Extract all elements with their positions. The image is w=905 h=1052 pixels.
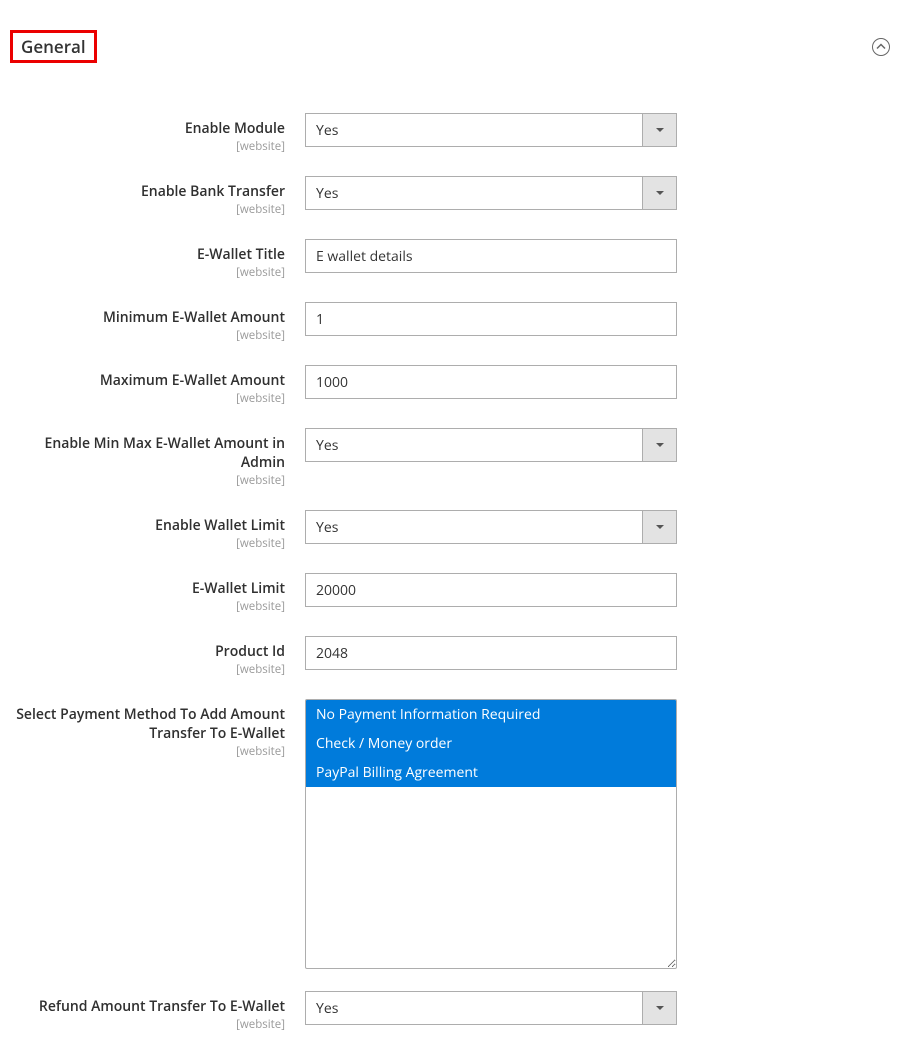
field-scope: [website] <box>10 328 285 343</box>
section-header: General <box>10 30 895 63</box>
field-enable-wallet-limit: Enable Wallet Limit [website] Yes <box>10 510 895 551</box>
field-scope: [website] <box>10 744 285 759</box>
field-scope: [website] <box>10 662 285 677</box>
select-refund-transfer[interactable]: Yes <box>305 991 677 1025</box>
field-ewallet-limit: E-Wallet Limit [website] <box>10 573 895 614</box>
field-label: E-Wallet Title <box>10 245 285 264</box>
field-label: Enable Wallet Limit <box>10 516 285 535</box>
input-product-id[interactable] <box>305 636 677 670</box>
input-ewallet-title[interactable] <box>305 239 677 273</box>
field-label-col: Enable Module [website] <box>10 113 305 154</box>
field-label: Maximum E-Wallet Amount <box>10 371 285 390</box>
field-control <box>305 636 677 670</box>
field-refund-transfer: Refund Amount Transfer To E-Wallet [webs… <box>10 991 895 1032</box>
field-label-col: Refund Amount Transfer To E-Wallet [webs… <box>10 991 305 1032</box>
field-control <box>305 365 677 399</box>
input-min-amount[interactable] <box>305 302 677 336</box>
select-enable-module[interactable]: Yes <box>305 113 677 147</box>
field-control: No Payment Information Required Check / … <box>305 699 677 969</box>
field-label: Product Id <box>10 642 285 661</box>
field-control: Yes <box>305 176 677 210</box>
chevron-down-icon <box>643 176 677 210</box>
field-label-col: Enable Wallet Limit [website] <box>10 510 305 551</box>
field-label-col: Maximum E-Wallet Amount [website] <box>10 365 305 406</box>
field-control <box>305 573 677 607</box>
field-payment-method: Select Payment Method To Add Amount Tran… <box>10 699 895 969</box>
field-label: Refund Amount Transfer To E-Wallet <box>10 997 285 1016</box>
select-value: Yes <box>305 176 643 210</box>
select-enable-wallet-limit[interactable]: Yes <box>305 510 677 544</box>
field-label: Minimum E-Wallet Amount <box>10 308 285 327</box>
input-ewallet-limit[interactable] <box>305 573 677 607</box>
field-label: E-Wallet Limit <box>10 579 285 598</box>
collapse-icon[interactable] <box>872 38 890 56</box>
field-label-col: Select Payment Method To Add Amount Tran… <box>10 699 305 759</box>
field-control <box>305 302 677 336</box>
field-enable-minmax-admin: Enable Min Max E-Wallet Amount in Admin … <box>10 428 895 488</box>
field-label-col: Enable Bank Transfer [website] <box>10 176 305 217</box>
field-control: Yes <box>305 510 677 544</box>
field-control <box>305 239 677 273</box>
field-label-col: Enable Min Max E-Wallet Amount in Admin … <box>10 428 305 488</box>
chevron-down-icon <box>643 428 677 462</box>
field-scope: [website] <box>10 139 285 154</box>
field-label-col: Minimum E-Wallet Amount [website] <box>10 302 305 343</box>
field-enable-bank-transfer: Enable Bank Transfer [website] Yes <box>10 176 895 217</box>
select-value: Yes <box>305 991 643 1025</box>
select-value: Yes <box>305 510 643 544</box>
select-value: Yes <box>305 113 643 147</box>
field-label: Select Payment Method To Add Amount Tran… <box>10 705 285 743</box>
payment-option[interactable]: No Payment Information Required <box>306 700 676 729</box>
field-ewallet-title: E-Wallet Title [website] <box>10 239 895 280</box>
field-control: Yes <box>305 991 677 1025</box>
field-label: Enable Min Max E-Wallet Amount in Admin <box>10 434 285 472</box>
field-label-col: Product Id [website] <box>10 636 305 677</box>
field-product-id: Product Id [website] <box>10 636 895 677</box>
field-scope: [website] <box>10 1017 285 1032</box>
field-label: Enable Module <box>10 119 285 138</box>
field-min-amount: Minimum E-Wallet Amount [website] <box>10 302 895 343</box>
field-scope: [website] <box>10 391 285 406</box>
select-value: Yes <box>305 428 643 462</box>
field-scope: [website] <box>10 265 285 280</box>
field-scope: [website] <box>10 599 285 614</box>
payment-option[interactable]: PayPal Billing Agreement <box>306 758 676 787</box>
chevron-down-icon <box>643 510 677 544</box>
field-scope: [website] <box>10 473 285 488</box>
chevron-down-icon <box>643 113 677 147</box>
field-max-amount: Maximum E-Wallet Amount [website] <box>10 365 895 406</box>
chevron-down-icon <box>643 991 677 1025</box>
select-enable-minmax-admin[interactable]: Yes <box>305 428 677 462</box>
field-label: Enable Bank Transfer <box>10 182 285 201</box>
input-max-amount[interactable] <box>305 365 677 399</box>
payment-option[interactable]: Check / Money order <box>306 729 676 758</box>
select-enable-bank-transfer[interactable]: Yes <box>305 176 677 210</box>
field-label-col: E-Wallet Limit [website] <box>10 573 305 614</box>
field-label-col: E-Wallet Title [website] <box>10 239 305 280</box>
field-control: Yes <box>305 428 677 462</box>
section-title: General <box>10 30 97 63</box>
field-scope: [website] <box>10 202 285 217</box>
field-scope: [website] <box>10 536 285 551</box>
multiselect-payment-method[interactable]: No Payment Information Required Check / … <box>305 699 677 969</box>
field-enable-module: Enable Module [website] Yes <box>10 113 895 154</box>
field-control: Yes <box>305 113 677 147</box>
